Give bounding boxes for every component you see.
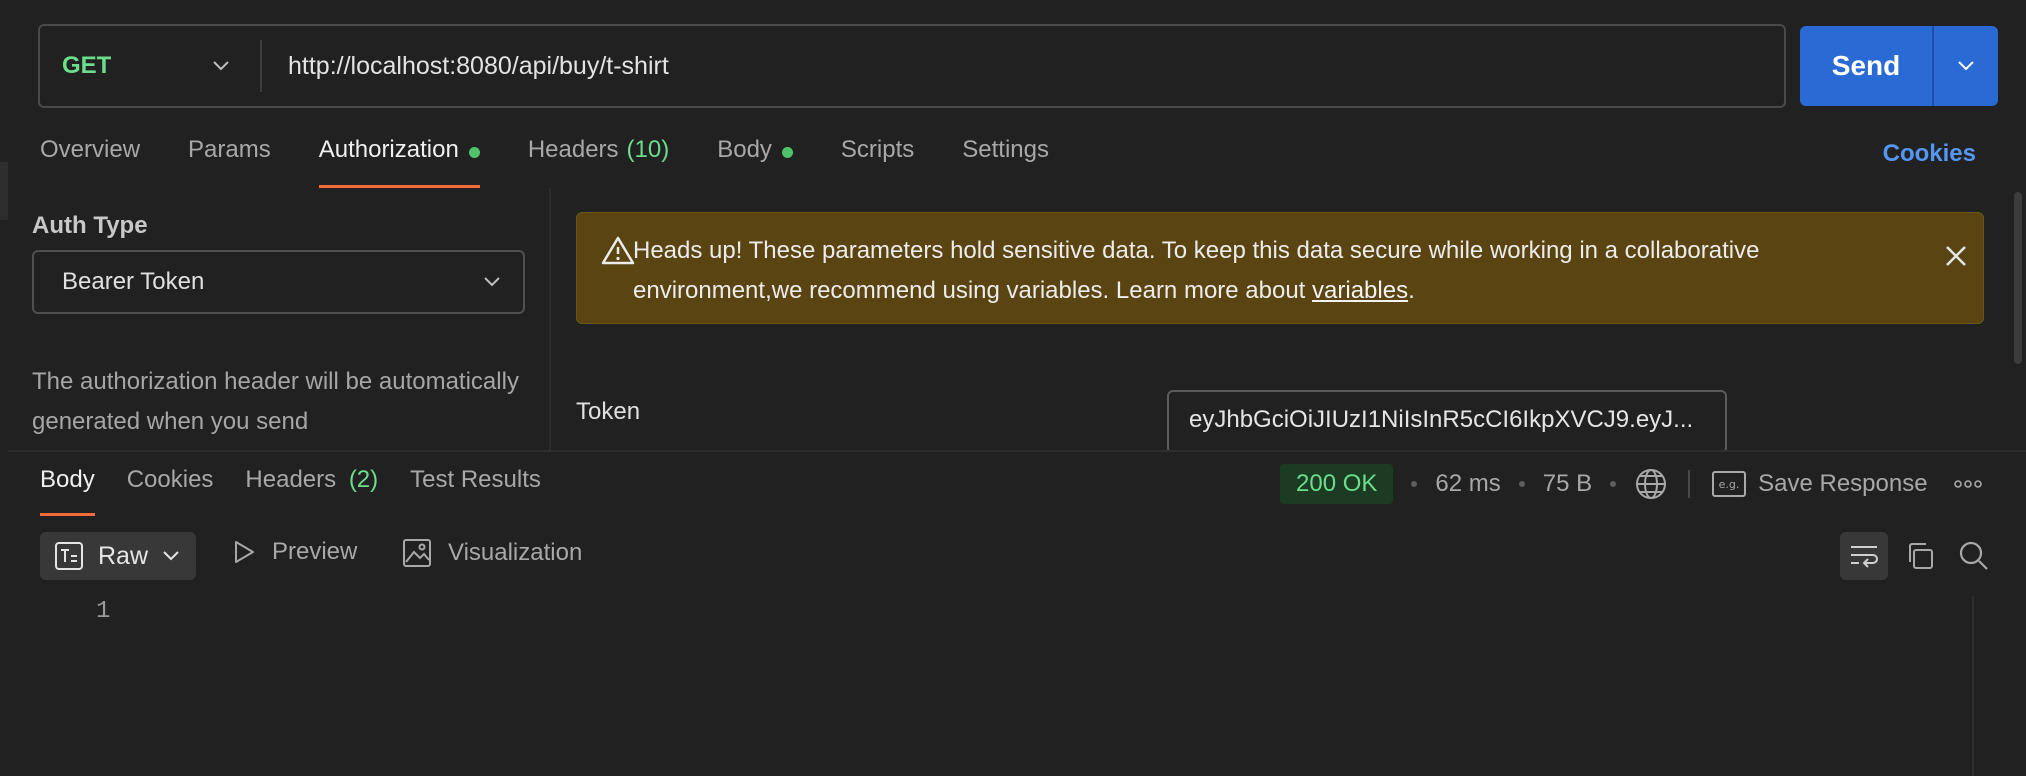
- warning-text: Heads up! These parameters hold sensitiv…: [557, 231, 1817, 311]
- url-bar: GET: [38, 24, 1786, 108]
- variables-link[interactable]: variables: [1312, 277, 1408, 304]
- auth-type-select[interactable]: Bearer Token: [32, 250, 525, 314]
- separator-dot: [1610, 481, 1617, 487]
- copy-button[interactable]: [1896, 532, 1944, 580]
- tab-label: Overview: [40, 136, 141, 163]
- chevron-down-icon: [483, 276, 501, 288]
- globe-icon[interactable]: [1634, 467, 1668, 501]
- save-response-button[interactable]: Save Response: [1758, 470, 1927, 498]
- request-tabs: Overview Params Authorization Headers (1…: [40, 136, 1097, 188]
- response-tabs: Body Cookies Headers (2) Test Results: [40, 466, 573, 516]
- tab-label: Body: [717, 136, 772, 163]
- token-label: Token: [576, 398, 641, 425]
- method-select[interactable]: GET: [40, 40, 262, 92]
- search-button[interactable]: [1950, 532, 1998, 580]
- tab-overview[interactable]: Overview: [40, 136, 140, 188]
- image-icon: [402, 538, 432, 568]
- cookies-link[interactable]: Cookies: [1883, 140, 1976, 168]
- visualization-button[interactable]: Visualization: [402, 538, 582, 568]
- play-icon: [232, 539, 256, 565]
- send-button[interactable]: Send: [1800, 26, 1934, 106]
- wrap-lines-button[interactable]: [1840, 532, 1888, 580]
- chevron-down-icon: [162, 550, 180, 562]
- wrap-lines-icon: [1848, 542, 1880, 570]
- sidebar-edge: [0, 162, 8, 220]
- scrollbar[interactable]: [2014, 192, 2022, 364]
- status-dot-icon: [468, 147, 480, 158]
- token-field[interactable]: eyJhbGciOiJIUzI1NiIsInR5cCI6IkpXVCJ9.eyJ…: [1167, 390, 1727, 454]
- tab-count: (10): [626, 136, 670, 163]
- warning-period: .: [1408, 277, 1415, 304]
- tab-label: Test Results: [410, 466, 541, 493]
- url-input[interactable]: [262, 26, 1784, 106]
- format-select[interactable]: Raw: [40, 532, 196, 580]
- tab-response-cookies[interactable]: Cookies: [127, 466, 214, 516]
- send-group: Send: [1800, 26, 1998, 106]
- tab-label: Settings: [962, 136, 1049, 163]
- response-time[interactable]: 62 ms: [1435, 470, 1500, 498]
- response-size[interactable]: 75 B: [1543, 470, 1592, 498]
- sensitive-data-warning: Heads up! These parameters hold sensitiv…: [576, 212, 1984, 324]
- response-status-bar: 200 OK 62 ms 75 B e.g. Save Response: [1280, 464, 1982, 504]
- chevron-down-icon: [212, 60, 230, 72]
- tab-label: Scripts: [840, 136, 915, 163]
- tab-response-headers[interactable]: Headers (2): [245, 466, 378, 516]
- chevron-down-icon: [1957, 60, 1975, 72]
- warning-message: Heads up! These parameters hold sensitiv…: [633, 237, 1760, 304]
- method-label: GET: [62, 52, 112, 79]
- auth-description: The authorization header will be automat…: [32, 368, 519, 435]
- preview-label: Preview: [272, 538, 358, 565]
- preview-button[interactable]: Preview: [232, 538, 357, 566]
- tab-count: (2): [348, 466, 379, 493]
- copy-icon: [1905, 541, 1935, 571]
- tab-test-results[interactable]: Test Results: [410, 466, 541, 516]
- tab-params[interactable]: Params: [188, 136, 271, 188]
- tab-authorization[interactable]: Authorization: [318, 136, 480, 188]
- tab-response-body[interactable]: Body: [40, 466, 95, 516]
- tab-label: Authorization: [318, 136, 459, 163]
- svg-text:e.g.: e.g.: [1719, 478, 1740, 491]
- more-options-icon[interactable]: [1953, 480, 1982, 488]
- tab-label: Headers: [527, 136, 619, 163]
- close-icon[interactable]: [1941, 241, 1971, 271]
- separator-dot: [1518, 481, 1525, 487]
- tab-body[interactable]: Body: [717, 136, 793, 188]
- editor-scroll-track[interactable]: [1972, 596, 1974, 776]
- tab-headers[interactable]: Headers (10): [528, 136, 669, 188]
- separator-dot: [1411, 481, 1418, 487]
- auth-type-label: Auth Type: [32, 212, 148, 239]
- tab-label: Headers: [245, 466, 337, 493]
- search-icon: [1958, 540, 1990, 572]
- status-badge[interactable]: 200 OK: [1280, 464, 1394, 504]
- divider: [1688, 470, 1691, 498]
- format-label: Raw: [98, 541, 149, 570]
- tab-label: Cookies: [126, 466, 214, 493]
- visualization-label: Visualization: [448, 539, 583, 566]
- tab-settings[interactable]: Settings: [962, 136, 1049, 188]
- tab-scripts[interactable]: Scripts: [841, 136, 914, 188]
- status-dot-icon: [781, 147, 793, 158]
- tab-label: Body: [40, 466, 95, 493]
- send-options-button[interactable]: [1934, 26, 1998, 106]
- panel-divider[interactable]: [549, 188, 551, 450]
- example-icon: e.g.: [1712, 471, 1747, 497]
- raw-text-icon: [54, 541, 84, 571]
- line-number: 1: [96, 598, 111, 625]
- auth-type-value: Bearer Token: [62, 268, 205, 295]
- tab-label: Params: [188, 136, 271, 163]
